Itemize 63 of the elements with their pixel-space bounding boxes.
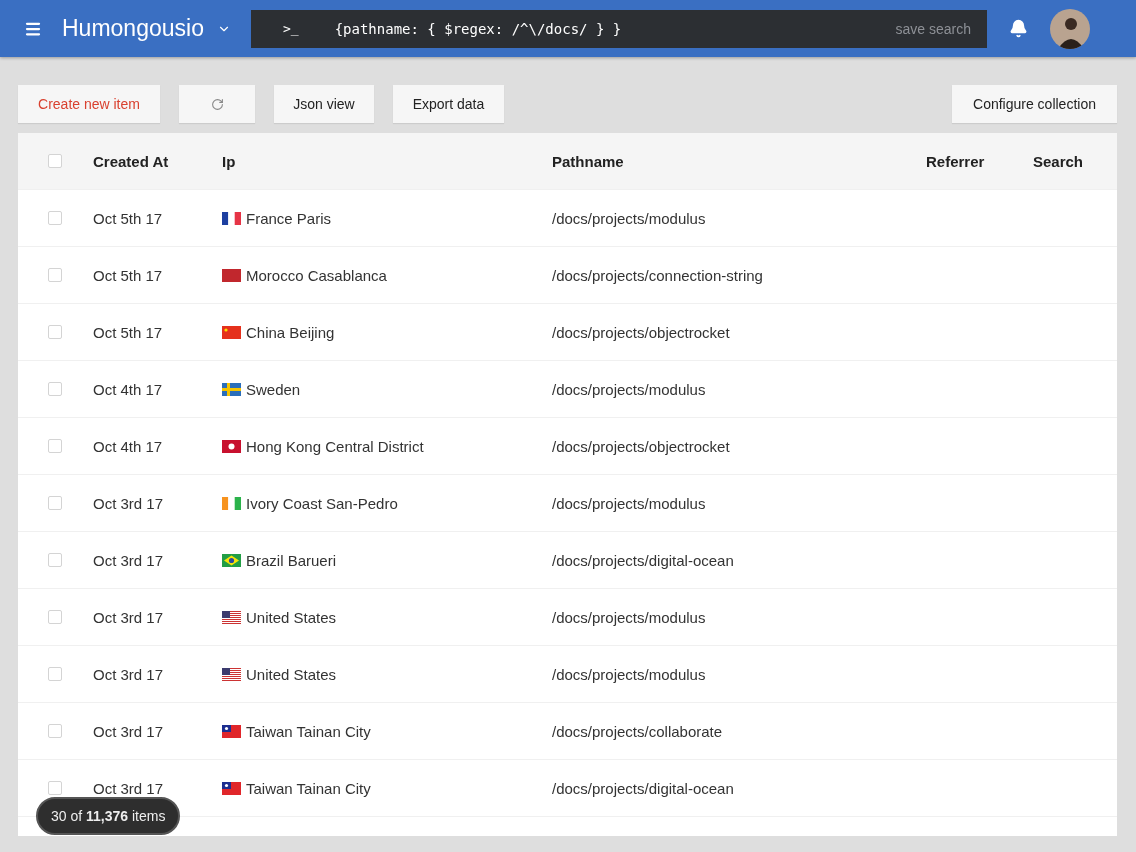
location-cell: Taiwan Tainan City	[246, 779, 371, 797]
row-checkbox[interactable]	[48, 268, 62, 282]
row-checkbox[interactable]	[48, 553, 62, 567]
date-cell-text: Oct 3rd 17	[93, 551, 165, 569]
date-cell-text: Oct 5th 17	[93, 323, 164, 341]
path-cell-text: /docs/projects/collaborate	[552, 722, 724, 740]
path-cell-text: /docs/projects/connection-string	[552, 266, 764, 284]
column-header[interactable]: Referrer	[926, 152, 1033, 170]
query-field[interactable]: >_ {pathname: { $regex: /^\/docs/ } } save search	[251, 9, 987, 48]
date-cell-text: Oct 5th 17	[93, 266, 164, 284]
configure-collection-button[interactable]: Configure collection	[952, 85, 1117, 123]
path-cell-text: /docs/projects/objectrocket	[552, 437, 731, 455]
location-cell: United States	[246, 665, 337, 683]
path-cell-text: /docs/projects/modulus	[552, 608, 707, 626]
column-header[interactable]: Ip	[222, 152, 552, 170]
date-cell-text: Oct 3rd 17	[93, 779, 165, 797]
save-search-link[interactable]: save search	[895, 20, 971, 37]
location-cell: Sweden	[246, 380, 301, 398]
select-all-checkbox[interactable]	[48, 154, 62, 168]
row-checkbox[interactable]	[48, 211, 62, 225]
row-checkbox[interactable]	[48, 496, 62, 510]
json-view-button[interactable]: Json view	[274, 85, 374, 123]
path-cell-text: /docs/projects/modulus	[552, 209, 707, 227]
date-cell-text: Oct 3rd 17	[93, 494, 165, 512]
date-cell-text: Oct 5th 17	[93, 209, 164, 227]
date-cell-text: Oct 4th 17	[93, 437, 164, 455]
prompt-symbol: >_	[283, 21, 299, 36]
item-count-badge: 30 of 11,376 items	[36, 797, 181, 835]
column-header[interactable]: Created At	[93, 152, 222, 170]
app-title: Humongousio	[62, 15, 205, 42]
path-cell-text: /docs/projects/modulus	[552, 380, 707, 398]
location-cell: Brazil Barueri	[246, 551, 337, 569]
location-cell: Taiwan Tainan City	[246, 722, 371, 740]
path-cell-text: /docs/projects/modulus	[552, 494, 707, 512]
row-checkbox[interactable]	[48, 724, 62, 738]
path-cell-text: /docs/projects/objectrocket	[552, 323, 731, 341]
create-item-button[interactable]: Create new item	[18, 85, 160, 123]
export-data-button[interactable]: Export data	[393, 85, 504, 123]
path-cell-text: /docs/projects/digital-ocean	[552, 779, 735, 797]
row-checkbox[interactable]	[48, 781, 62, 795]
row-checkbox[interactable]	[48, 382, 62, 396]
location-cell: France Paris	[246, 209, 332, 227]
refresh-icon	[210, 97, 224, 111]
location-cell: United States	[246, 608, 337, 626]
row-checkbox[interactable]	[48, 667, 62, 681]
row-checkbox[interactable]	[48, 610, 62, 624]
location-cell: Morocco Casablanca	[246, 266, 387, 284]
date-cell-text: Oct 3rd 17	[93, 722, 165, 740]
date-cell-text: Oct 4th 17	[93, 380, 164, 398]
refresh-button[interactable]	[179, 85, 255, 123]
location-cell: China Beijing	[246, 323, 335, 341]
location-cell: Hong Kong Central District	[246, 437, 424, 455]
avatar[interactable]	[1050, 8, 1090, 49]
path-cell-text: /docs/projects/modulus	[552, 665, 707, 683]
date-cell-text: Oct 3rd 17	[93, 665, 165, 683]
bell-icon[interactable]	[1009, 19, 1028, 38]
row-checkbox[interactable]	[48, 325, 62, 339]
path-cell-text: /docs/projects/digital-ocean	[552, 551, 735, 569]
location-cell: Ivory Coast San-Pedro	[246, 494, 398, 512]
column-header[interactable]: Pathname	[552, 152, 926, 170]
row-checkbox[interactable]	[48, 439, 62, 453]
column-header[interactable]: Search	[1033, 152, 1117, 170]
date-cell-text: Oct 3rd 17	[93, 608, 165, 626]
